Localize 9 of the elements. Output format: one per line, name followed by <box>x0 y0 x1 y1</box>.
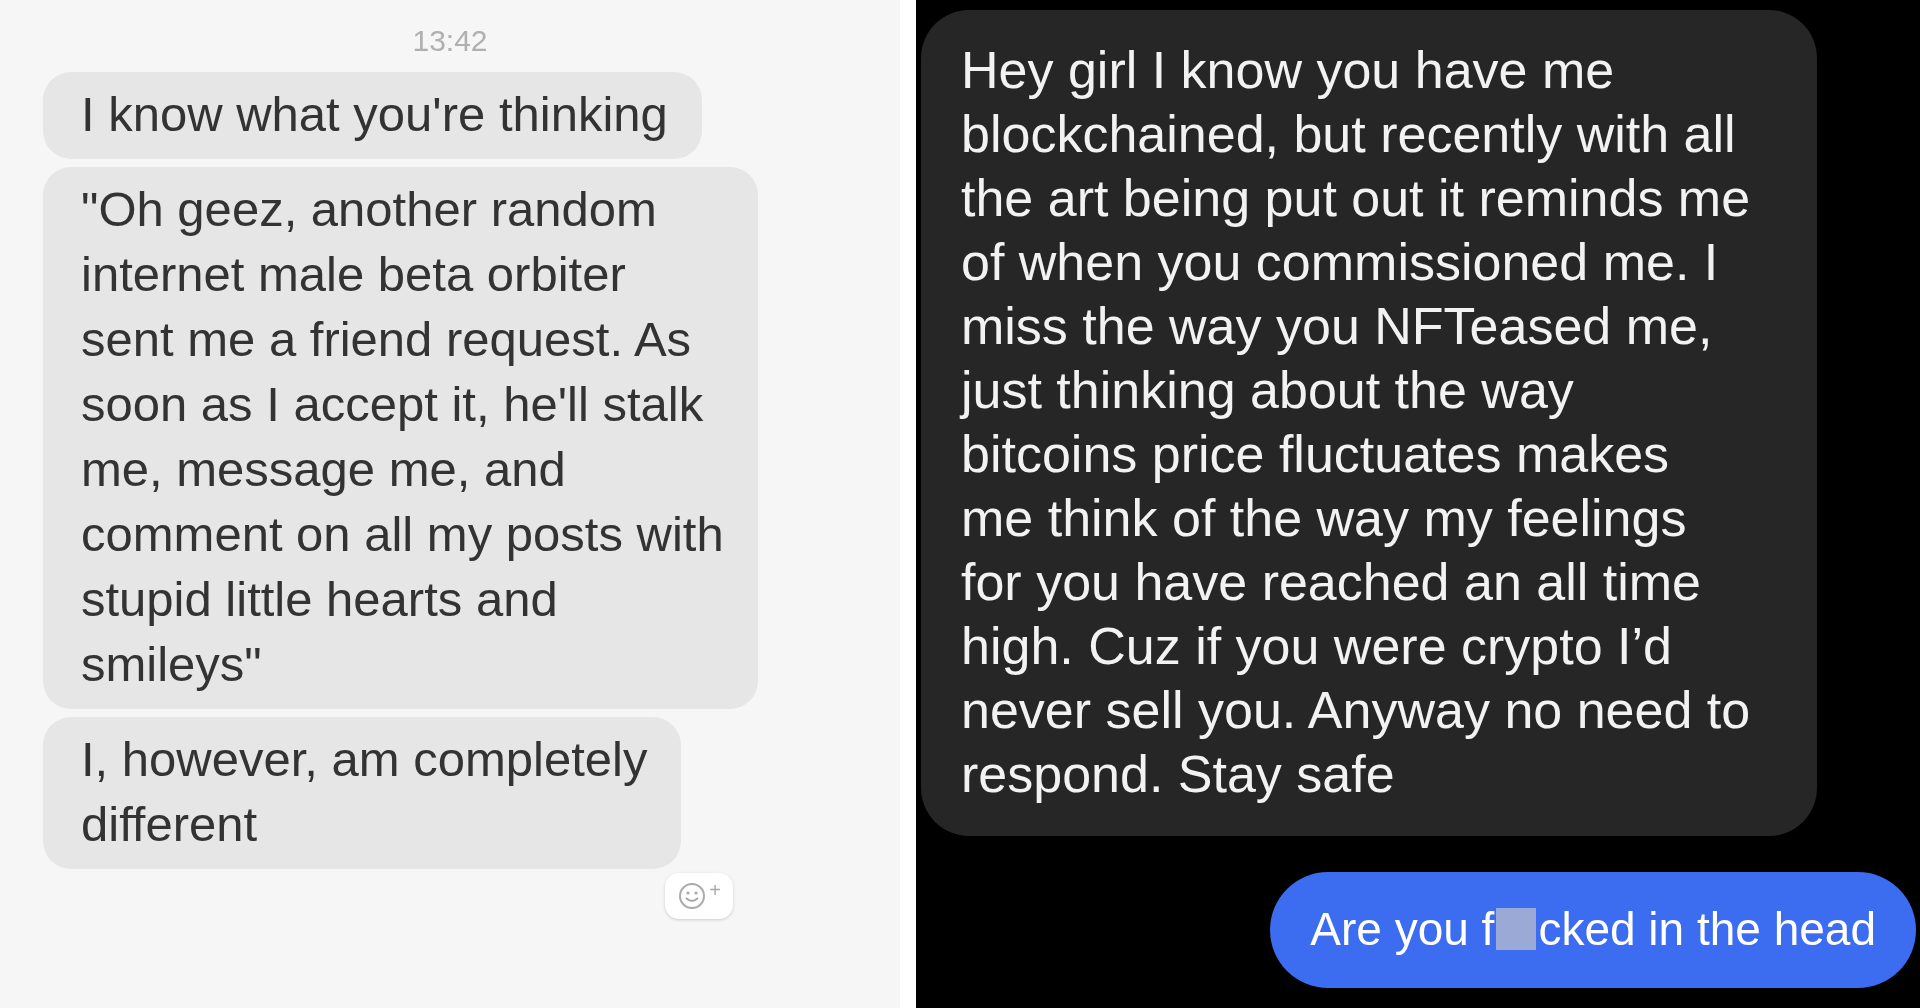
message-text: I, however, am completely different <box>81 732 648 851</box>
message-text: I know what you're thinking <box>81 87 668 141</box>
reaction-button[interactable]: + <box>665 873 733 919</box>
timestamp: 13:42 <box>411 24 489 58</box>
message-text: Hey girl I know you have me blockchained, but recently with all the art being put out it reminds me of when you commissioned me. I miss the way you NFTeased me, just thinking about the way bitcoins price fluctuates makes me think of the way my feelings for you have reached an all time high. Cuz if you were crypto I’d never sell you. Anyway no need to respond. Stay safe <box>961 41 1751 803</box>
message-text: Are you f <box>1310 902 1495 956</box>
smiley-icon <box>677 881 708 911</box>
message-text: cked in the head <box>1538 902 1876 956</box>
message-text: "Oh geez, another random internet male beta orbiter sent me a friend request. As soon as I accept it, he'll stalk me, message me, and comment on all my posts with stupid little hearts and smileys" <box>81 182 724 691</box>
